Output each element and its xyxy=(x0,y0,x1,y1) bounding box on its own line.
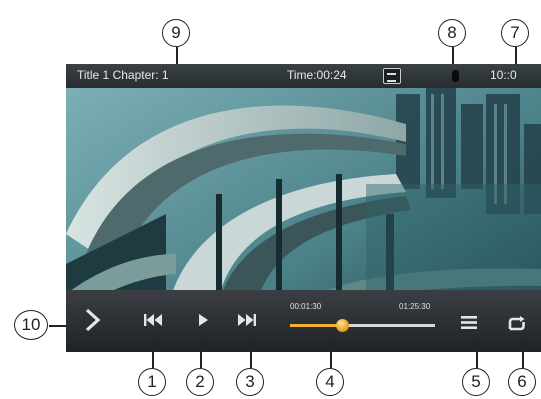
callout-5: 5 xyxy=(462,368,490,396)
control-bar: 00:01:30 01:25:30 xyxy=(66,290,541,352)
callout-3: 3 xyxy=(236,368,264,396)
progress-slider[interactable] xyxy=(290,319,435,332)
total-time-label: 01:25:30 xyxy=(399,302,431,311)
elapsed-time-label: 00:01:30 xyxy=(290,302,322,311)
leader-1 xyxy=(152,340,154,368)
progress-fill xyxy=(290,324,343,327)
callout-7: 7 xyxy=(501,19,529,47)
clock-label: 10::0 xyxy=(490,68,517,82)
leader-5 xyxy=(476,340,478,368)
callout-2: 2 xyxy=(186,368,214,396)
repeat-icon[interactable] xyxy=(507,316,527,332)
skip-next-icon[interactable] xyxy=(238,314,256,326)
leader-6 xyxy=(522,340,524,368)
callout-8: 8 xyxy=(438,19,466,47)
playback-time-label: Time:00:24 xyxy=(287,68,347,82)
subtitle-icon[interactable] xyxy=(383,68,401,84)
skip-previous-icon[interactable] xyxy=(144,314,162,326)
callout-9: 9 xyxy=(162,19,190,47)
callout-6: 6 xyxy=(508,368,536,396)
play-icon[interactable] xyxy=(198,314,209,326)
leader-2 xyxy=(200,340,202,368)
progress-thumb[interactable] xyxy=(336,319,350,332)
callout-4: 4 xyxy=(316,368,344,396)
leader-4 xyxy=(330,340,332,368)
menu-list-icon[interactable] xyxy=(461,316,477,329)
leader-3 xyxy=(250,340,252,368)
b-icon xyxy=(452,70,459,82)
status-bar: Title 1 Chapter: 1 Time:00:24 10::0 xyxy=(66,64,541,88)
chevron-right-icon[interactable] xyxy=(84,307,102,333)
title-chapter-label[interactable]: Title 1 Chapter: 1 xyxy=(77,68,169,82)
video-player-screen: Title 1 Chapter: 1 Time:00:24 10::0 00:0… xyxy=(66,64,541,352)
callout-1: 1 xyxy=(138,368,166,396)
callout-10: 10 xyxy=(14,310,48,340)
